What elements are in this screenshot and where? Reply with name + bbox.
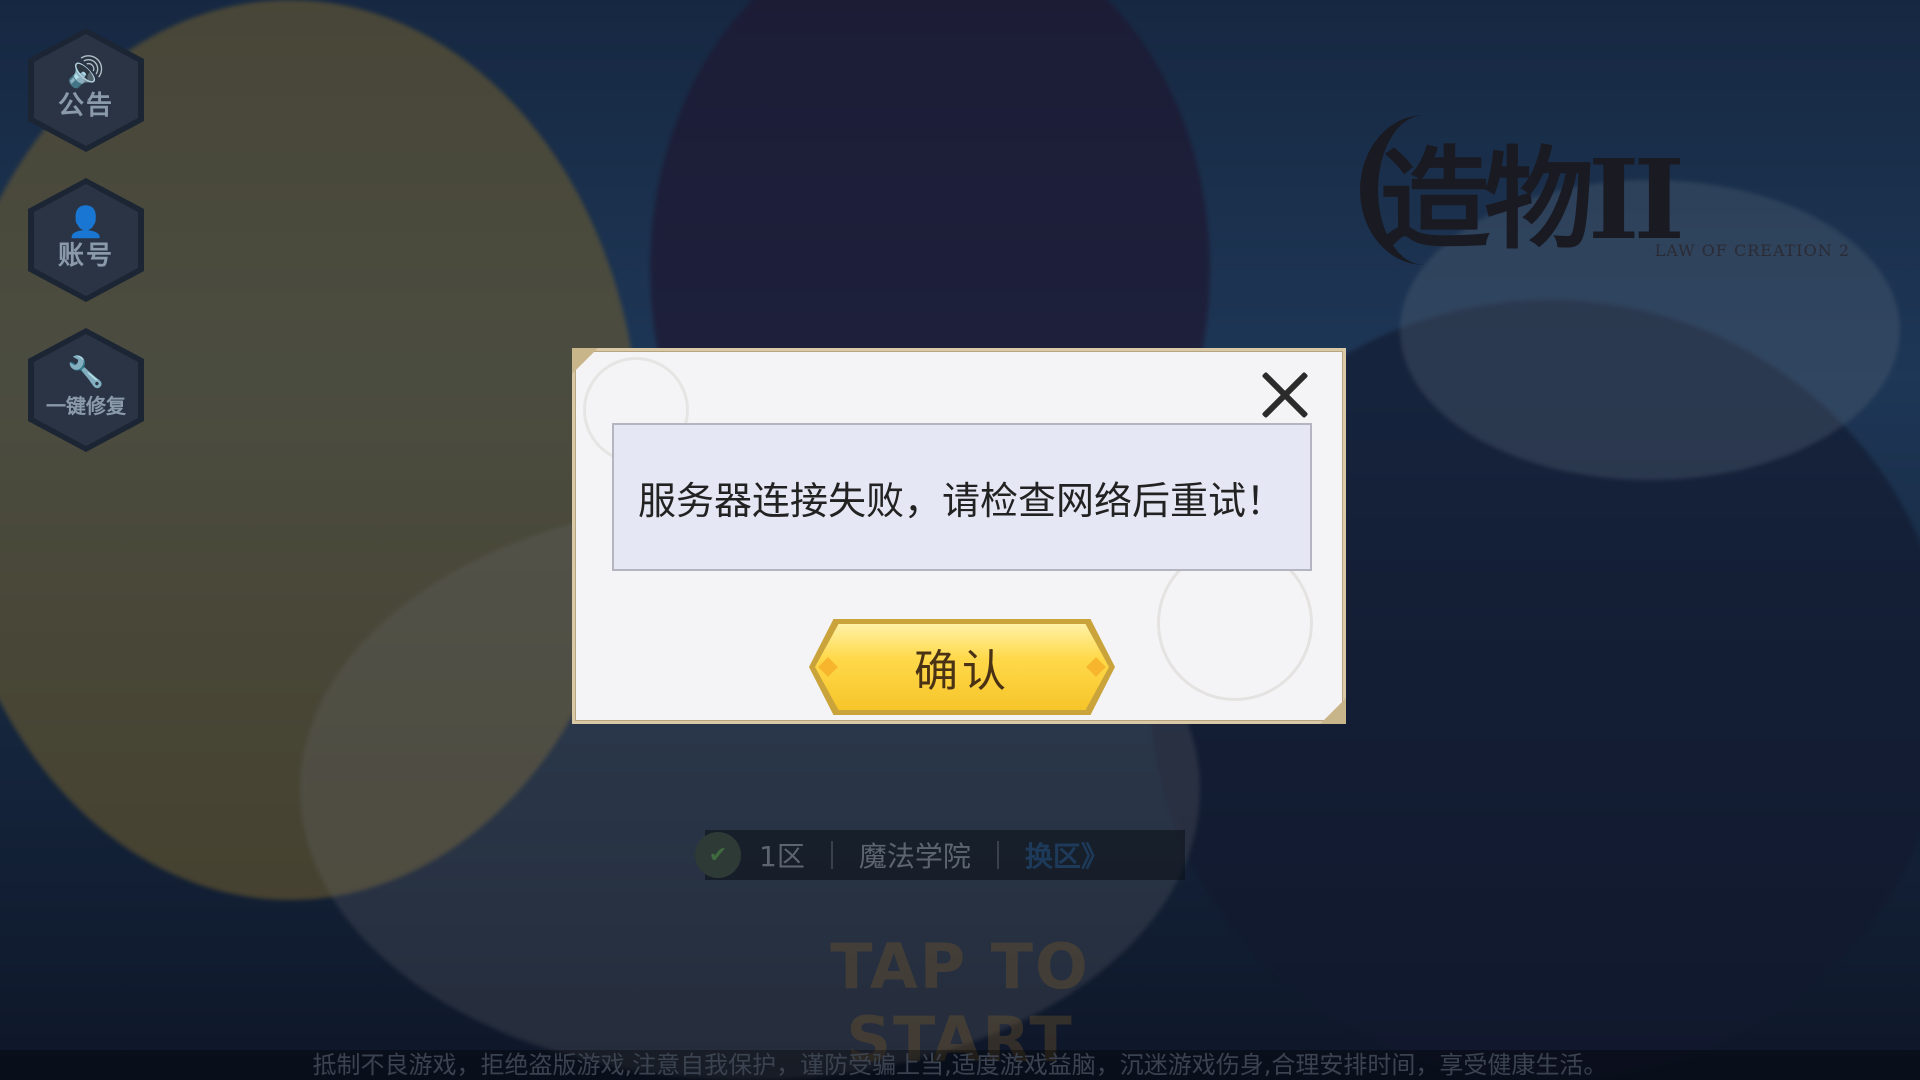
account-button[interactable]: 👤 账号 xyxy=(28,178,144,302)
dialog-corner xyxy=(1320,698,1346,724)
announcement-label: 公告 xyxy=(57,91,114,121)
divider xyxy=(830,841,833,869)
dialog-corner xyxy=(572,348,598,374)
user-icon: 👤 xyxy=(67,205,105,240)
server-status-icon: ✔ xyxy=(695,832,741,878)
account-label: 账号 xyxy=(57,241,114,271)
confirm-label: 确认 xyxy=(914,646,1010,697)
close-icon[interactable] xyxy=(1257,369,1313,421)
speaker-icon: 🔊 xyxy=(67,55,105,90)
game-screen: 🔊 公告 👤 账号 🔧 一键修复 造物II LAW OF CREATION 2 … xyxy=(0,0,1920,1080)
server-selector: ✔ 1区 魔法学院 换区》 xyxy=(695,830,1185,880)
repair-button[interactable]: 🔧 一键修复 xyxy=(28,328,144,452)
error-message-box: 服务器连接失败，请检查网络后重试！ xyxy=(612,423,1312,571)
game-logo: 造物II LAW OF CREATION 2 xyxy=(1360,110,1880,270)
error-message: 服务器连接失败，请检查网络后重试！ xyxy=(638,478,1285,523)
server-name: 魔法学院 xyxy=(858,840,971,873)
server-zone: 1区 xyxy=(759,840,805,873)
announcement-button[interactable]: 🔊 公告 xyxy=(28,28,144,152)
wrench-icon: 🔧 xyxy=(67,355,105,390)
change-server-button[interactable]: 换区》 xyxy=(1025,835,1109,875)
error-dialog: 服务器连接失败，请检查网络后重试！ 确认 xyxy=(572,348,1346,724)
divider xyxy=(996,841,999,869)
health-notice: 抵制不良游戏，拒绝盗版游戏,注意自我保护，谨防受骗上当,适度游戏益脑，沉迷游戏伤… xyxy=(0,1050,1920,1080)
repair-label: 一键修复 xyxy=(46,394,126,418)
confirm-button[interactable]: 确认 xyxy=(809,619,1115,715)
logo-title: 造物II xyxy=(1380,135,1685,264)
logo-subtitle: LAW OF CREATION 2 xyxy=(1654,241,1850,260)
